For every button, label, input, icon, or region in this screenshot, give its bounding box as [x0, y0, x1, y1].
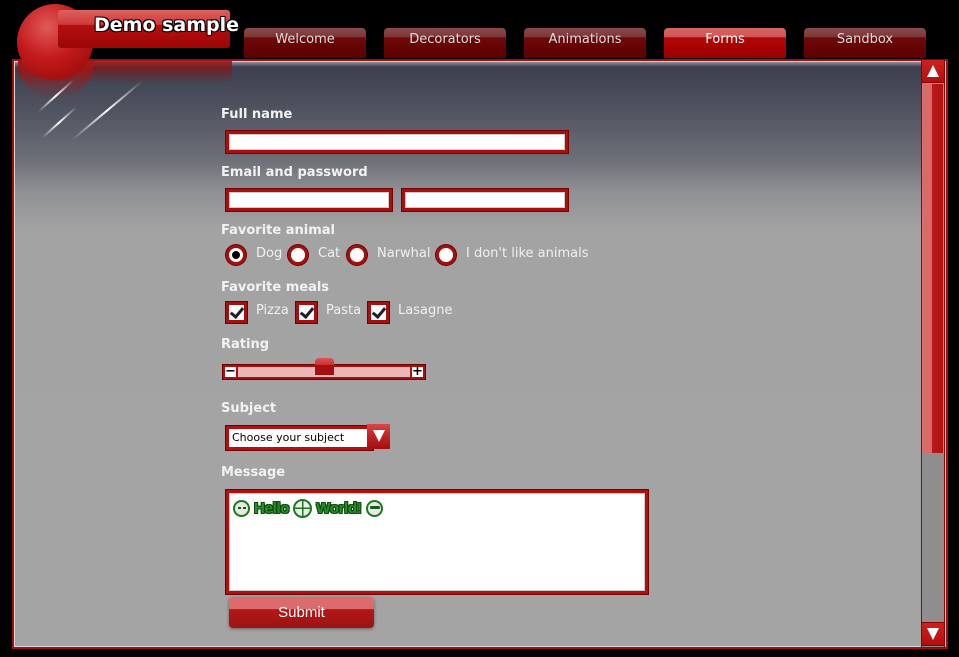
scroll-up-button[interactable] — [921, 59, 945, 83]
subject-dropdown-button[interactable] — [367, 424, 390, 449]
globe-icon — [293, 498, 313, 518]
glare-streak — [41, 106, 77, 139]
message-word: World! — [316, 499, 362, 517]
tab-label: Forms — [705, 32, 745, 47]
checkmark-icon — [229, 303, 245, 320]
slider-thumb[interactable] — [314, 358, 334, 375]
favorite-animal-label: Favorite animal — [221, 223, 335, 238]
email-password-label: Email and password — [221, 165, 368, 180]
email-input[interactable] — [226, 189, 392, 211]
checkbox-lasagne[interactable] — [368, 302, 389, 323]
subject-select[interactable]: Choose your subject — [226, 426, 373, 450]
checkbox-pasta[interactable] — [296, 302, 317, 323]
rating-slider[interactable]: − + — [223, 358, 425, 379]
tab-label: Animations — [548, 32, 622, 47]
radio-dog[interactable] — [226, 245, 246, 265]
scrollbar-thumb[interactable] — [922, 83, 944, 454]
app-title: Demo sample — [94, 14, 240, 36]
submit-button[interactable]: Submit — [229, 597, 374, 628]
tab-label: Welcome — [275, 32, 335, 47]
radio-dog-label: Dog — [256, 246, 283, 261]
arrow-up-icon — [927, 65, 939, 77]
checkbox-pizza-label: Pizza — [256, 303, 289, 318]
tab-label: Decorators — [409, 32, 481, 47]
radio-no-animals[interactable] — [436, 245, 456, 265]
tab-sandbox[interactable]: Sandbox — [804, 28, 926, 58]
checkmark-icon — [371, 303, 387, 320]
tab-forms[interactable]: Forms — [664, 28, 786, 58]
radio-cat[interactable] — [288, 245, 308, 265]
radio-narwhal-label: Narwhal — [377, 246, 431, 261]
chevron-down-icon — [373, 430, 385, 442]
arrow-down-icon — [927, 628, 939, 640]
full-name-input[interactable] — [226, 131, 568, 153]
tab-animations[interactable]: Animations — [524, 28, 646, 58]
checkbox-pizza[interactable] — [226, 302, 247, 323]
tab-welcome[interactable]: Welcome — [244, 28, 366, 58]
minus-icon[interactable]: − — [223, 365, 238, 379]
password-input[interactable] — [402, 189, 568, 211]
radio-no-animals-label: I don't like animals — [466, 246, 589, 261]
rating-label: Rating — [221, 337, 270, 352]
radio-selected-dot — [232, 251, 240, 259]
glare-streak — [71, 80, 144, 141]
scroll-down-button[interactable] — [921, 622, 945, 646]
full-name-label: Full name — [221, 107, 293, 122]
message-word: Hello — [254, 499, 290, 517]
checkbox-lasagne-label: Lasagne — [398, 303, 453, 318]
message-label: Message — [221, 465, 286, 480]
tab-label: Sandbox — [836, 32, 894, 47]
content-panel: Full name Email and password Favorite an… — [12, 59, 948, 649]
plus-icon[interactable]: + — [410, 365, 425, 379]
cool-smiley-icon — [365, 499, 383, 517]
checkbox-pasta-label: Pasta — [326, 303, 362, 318]
message-textarea[interactable]: Hello World! — [226, 490, 648, 594]
favorite-meals-label: Favorite meals — [221, 280, 330, 295]
tab-decorators[interactable]: Decorators — [384, 28, 506, 58]
smiley-icon — [233, 499, 250, 517]
message-content: Hello World! — [233, 497, 641, 519]
checkmark-icon — [299, 303, 315, 320]
radio-narwhal[interactable] — [347, 245, 367, 265]
subject-label: Subject — [221, 401, 277, 416]
radio-cat-label: Cat — [318, 246, 341, 261]
